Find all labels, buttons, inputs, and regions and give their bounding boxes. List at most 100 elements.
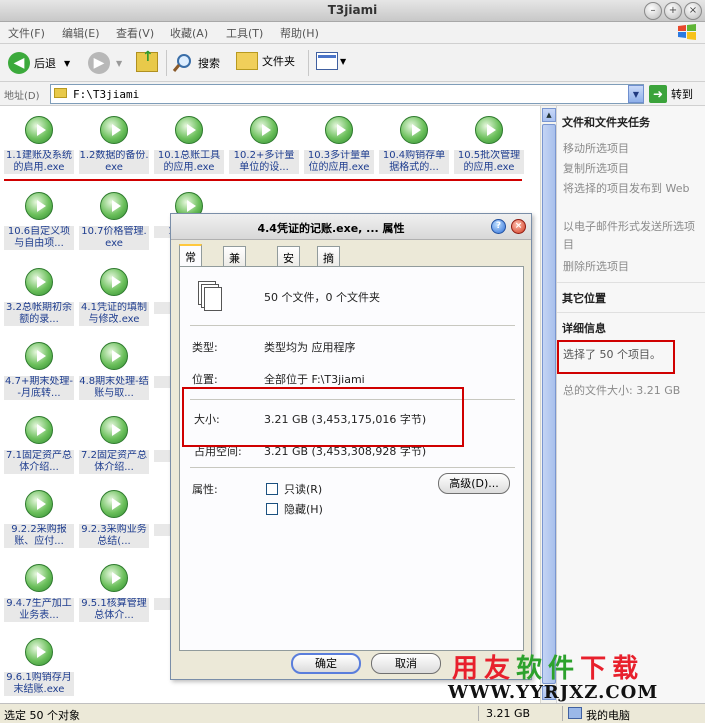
status-size: 3.21 GB: [486, 707, 531, 720]
list-item[interactable]: 10.2+多计量单位的设...: [227, 110, 301, 180]
tab-summary[interactable]: 摘要: [317, 246, 340, 281]
list-item[interactable]: 3.2总帐期初余额的录...: [2, 262, 76, 332]
file-tasks-title[interactable]: 文件和文件夹任务: [562, 114, 650, 130]
search-button[interactable]: 搜索: [172, 52, 220, 74]
help-icon[interactable]: ?: [491, 219, 506, 234]
exe-file-icon: [25, 342, 53, 370]
status-bar: 选定 50 个对象 3.21 GB 我的电脑: [0, 703, 705, 722]
site-watermark: 用友软件下载 WWW.YYRJXZ.COM: [448, 648, 698, 704]
list-item[interactable]: 9.5.1核算管理总体介...: [77, 558, 151, 628]
menu-tools[interactable]: 工具(T): [226, 25, 263, 41]
exe-file-icon: [25, 116, 53, 144]
list-item[interactable]: 9.4.7生产加工业务表...: [2, 558, 76, 628]
readonly-checkbox[interactable]: [266, 483, 278, 495]
title-bar: T3jiami – + ×: [0, 0, 705, 22]
list-item[interactable]: 10.5批次管理的应用.exe: [452, 110, 526, 180]
list-item[interactable]: 9.2.2采购报账、应付...: [2, 484, 76, 554]
menu-bar: 文件(F) 编辑(E) 查看(V) 收藏(A) 工具(T) 帮助(H): [0, 22, 705, 44]
exe-file-icon: [25, 564, 53, 592]
ok-button[interactable]: 确定: [291, 653, 361, 674]
menu-view[interactable]: 查看(V): [116, 25, 154, 41]
window-title: T3jiami: [327, 3, 378, 17]
exe-file-icon: [25, 490, 53, 518]
menu-favorites[interactable]: 收藏(A): [170, 25, 208, 41]
minimize-button[interactable]: –: [644, 2, 662, 20]
forward-button[interactable]: ▶ ▼: [88, 52, 122, 74]
list-item[interactable]: 7.2固定资产总体介绍...: [77, 410, 151, 480]
menu-file[interactable]: 文件(F): [8, 25, 45, 41]
go-button[interactable]: ➜ 转到: [649, 85, 693, 103]
scroll-thumb[interactable]: [542, 124, 556, 684]
chevron-down-icon[interactable]: ▼: [116, 59, 122, 68]
attributes-label: 属性:: [192, 483, 218, 496]
status-my-computer: 我的电脑: [586, 709, 630, 722]
exe-file-icon: [100, 268, 128, 296]
advanced-button[interactable]: 高级(D)...: [438, 473, 510, 494]
hidden-checkbox[interactable]: [266, 503, 278, 515]
folder-icon: [236, 52, 258, 70]
task-publish-web[interactable]: 将选择的项目发布到 Web: [563, 180, 703, 198]
list-item[interactable]: 4.8期末处理-结账与取...: [77, 336, 151, 406]
maximize-button[interactable]: +: [664, 2, 682, 20]
task-email[interactable]: 以电子邮件形式发送所选项目: [563, 218, 703, 254]
toolbar: ◀ 后退 ▼ ▶ ▼ ↑ 搜索 文件夹 ▼: [0, 44, 705, 82]
list-item[interactable]: 1.2数据的备份.exe: [77, 110, 151, 180]
list-item[interactable]: 10.4购销存单据格式的...: [377, 110, 451, 180]
exe-file-icon: [100, 192, 128, 220]
list-item[interactable]: 10.1总账工具的应用.exe: [152, 110, 226, 180]
list-item[interactable]: 4.1凭证的填制与修改.exe: [77, 262, 151, 332]
views-button[interactable]: ▼: [316, 52, 346, 70]
list-item[interactable]: 4.7+期末处理--月底转...: [2, 336, 76, 406]
list-item[interactable]: 9.6.1购销存月末结账.exe: [2, 632, 76, 702]
address-dropdown-button[interactable]: ▼: [628, 85, 644, 103]
type-value: 类型均为 应用程序: [264, 341, 356, 354]
search-icon: [172, 54, 191, 72]
up-folder-button[interactable]: ↑: [136, 49, 158, 72]
exe-file-icon: [25, 192, 53, 220]
scroll-up-arrow-icon[interactable]: ▲: [542, 108, 556, 122]
chevron-down-icon[interactable]: ▼: [64, 59, 70, 68]
details-title[interactable]: 详细信息: [562, 320, 606, 336]
task-copy[interactable]: 复制所选项目: [563, 160, 703, 178]
hidden-label[interactable]: 隐藏(H): [284, 501, 323, 517]
list-item[interactable]: 10.6自定义项与自由项...: [2, 186, 76, 256]
back-arrow-icon: ◀: [8, 52, 30, 74]
dialog-title: 4.4凭证的记账.exe, ... 属性: [257, 222, 405, 235]
cancel-button[interactable]: 取消: [371, 653, 441, 674]
watermark-url: WWW.YYRJXZ.COM: [448, 682, 659, 703]
address-label: 地址(D): [4, 91, 40, 102]
close-icon[interactable]: ×: [511, 219, 526, 234]
location-value: 全部位于 F:\T3jiami: [264, 373, 365, 386]
list-item[interactable]: 10.7价格管理.exe: [77, 186, 151, 256]
task-delete[interactable]: 删除所选项目: [563, 258, 703, 276]
up-folder-icon: ↑: [136, 49, 158, 72]
close-button[interactable]: ×: [684, 2, 702, 20]
menu-edit[interactable]: 编辑(E): [62, 25, 100, 41]
total-size-text: 总的文件大小: 3.21 GB: [563, 384, 681, 397]
readonly-label[interactable]: 只读(R): [284, 481, 322, 497]
tab-security[interactable]: 安全: [277, 246, 300, 281]
exe-file-icon: [25, 268, 53, 296]
folder-icon: [54, 88, 67, 98]
task-move[interactable]: 移动所选项目: [563, 140, 703, 158]
file-pane-scrollbar[interactable]: ▲ ▼: [540, 106, 556, 703]
menu-help[interactable]: 帮助(H): [280, 25, 319, 41]
other-places-title[interactable]: 其它位置: [562, 290, 606, 306]
multiple-files-icon: [198, 281, 224, 311]
watermark-chinese: 用友软件下载: [452, 654, 645, 684]
windows-logo-icon: [678, 24, 696, 40]
address-bar: 地址(D) F:\T3jiami ▼ ➜ 转到: [0, 82, 705, 106]
list-item[interactable]: 7.1固定资产总体介绍...: [2, 410, 76, 480]
list-item[interactable]: 10.3多计量单位的应用.exe: [302, 110, 376, 180]
general-tab-panel: 50 个文件，0 个文件夹 类型: 类型均为 应用程序 位置: 全部位于 F:\…: [179, 266, 524, 651]
folders-button[interactable]: 文件夹: [236, 52, 295, 70]
tab-compatibility[interactable]: 兼容性: [223, 246, 246, 297]
chevron-down-icon[interactable]: ▼: [340, 57, 346, 66]
tab-general[interactable]: 常规: [179, 244, 202, 280]
list-item[interactable]: 9.2.3采购业务总结(...: [77, 484, 151, 554]
red-underline-annotation: [4, 179, 522, 181]
list-item[interactable]: 1.1建账及系统的启用.exe: [2, 110, 76, 180]
address-input[interactable]: F:\T3jiami: [50, 84, 644, 104]
exe-file-icon: [100, 416, 128, 444]
back-button[interactable]: ◀ 后退 ▼: [8, 52, 70, 74]
